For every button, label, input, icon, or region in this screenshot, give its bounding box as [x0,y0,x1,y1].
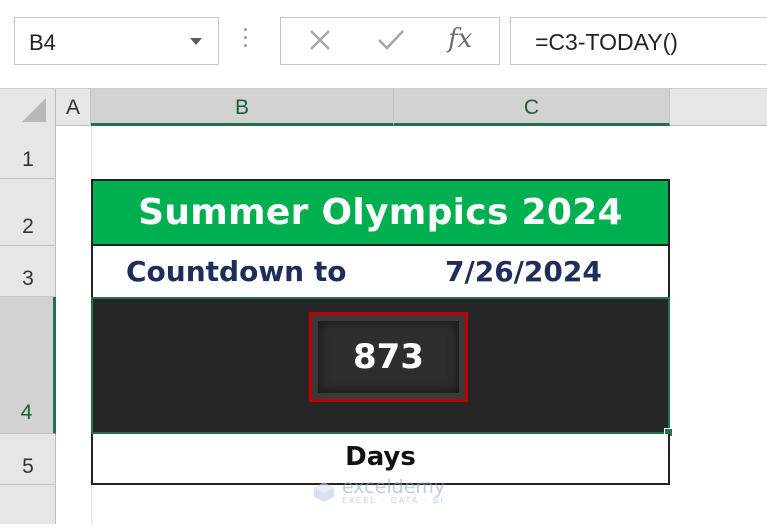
formula-text: =C3-TODAY() [535,29,678,55]
days-value: 873 [353,337,424,377]
watermark-name: exceldemy [342,476,446,498]
title-cell[interactable]: Summer Olympics 2024 [91,179,670,246]
row-header-3[interactable]: 3 [0,246,56,297]
watermark-tagline: EXCEL · DATA · BI [342,496,445,505]
cancel-icon[interactable] [307,27,333,53]
select-all-icon [22,98,46,122]
column-header-a[interactable]: A [56,88,91,126]
name-box[interactable]: B4 [14,17,219,65]
watermark: exceldemy EXCEL · DATA · BI [312,478,445,505]
days-value-highlight: 873 [309,312,468,402]
column-header-b[interactable]: B [91,88,394,126]
countdown-label-cell[interactable]: Countdown to [126,255,347,288]
insert-function-icon[interactable]: fx [448,24,472,54]
formula-bar: B4 fx =C3-TODAY() [0,0,767,84]
check-icon[interactable] [376,27,406,53]
row-header-4[interactable]: 4 [0,297,56,434]
row-header-1[interactable]: 1 [0,126,56,179]
row-header-2[interactable]: 2 [0,179,56,246]
countdown-date-cell[interactable]: 7/26/2024 [445,255,602,288]
days-label: Days [345,442,416,472]
formula-input[interactable]: =C3-TODAY() [510,17,767,65]
chevron-down-icon[interactable] [190,38,202,45]
row-header-5[interactable]: 5 [0,434,56,485]
name-box-value: B4 [29,30,56,55]
drag-handle-icon[interactable] [244,28,248,54]
column-header-c[interactable]: C [394,88,670,126]
exceldemy-logo-icon [314,481,334,502]
